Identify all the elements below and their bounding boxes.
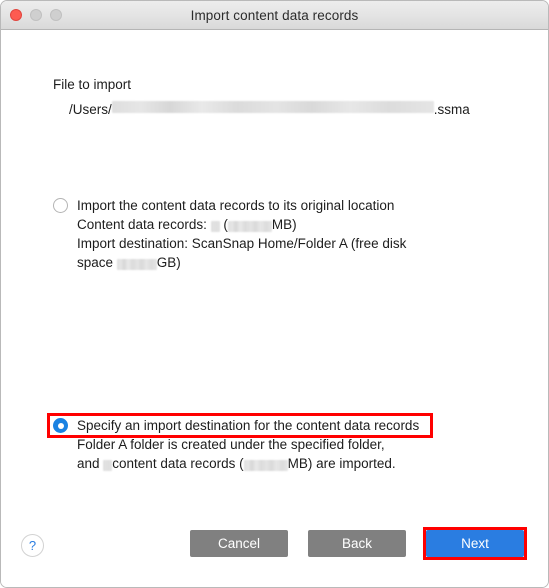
file-path-row: /Users/ .ssma [69, 101, 470, 117]
file-to-import-label: File to import [53, 77, 132, 92]
folder-created-line: Folder A folder is created under the spe… [77, 437, 385, 452]
content-data-records-size-unit: MB) [271, 217, 297, 232]
free-disk-space-label: space [77, 255, 117, 270]
free-disk-space-redacted [116, 258, 157, 270]
option-specify-destination-detail: Folder A folder is created under the spe… [77, 435, 412, 473]
import-destination-text: Import destination: ScanSnap Home/Folder… [77, 236, 407, 251]
records-imported-prefix: and [77, 456, 104, 471]
free-disk-space-unit: GB) [156, 255, 181, 270]
help-button[interactable]: ? [21, 534, 44, 557]
option-specify-destination-head[interactable]: Specify an import destination for the co… [53, 417, 419, 434]
file-path-redacted [111, 101, 434, 113]
records-imported-mid: content data records ( [112, 456, 244, 471]
option-specify-destination-label: Specify an import destination for the co… [77, 418, 420, 433]
title-bar: Import content data records [1, 1, 548, 30]
content-data-records-size-line: Content data records: ( MB) [77, 215, 406, 234]
dialog-footer: ? Cancel Back Next [1, 527, 548, 587]
cancel-button[interactable]: Cancel [190, 530, 288, 557]
window-title: Import content data records [190, 7, 359, 23]
file-path-suffix: .ssma [433, 102, 470, 117]
records-imported-size-redacted [243, 459, 288, 471]
back-button[interactable]: Back [308, 530, 406, 557]
option-original-location-detail: Content data records: ( MB) Import destin… [77, 215, 406, 272]
import-destination-line: Import destination: ScanSnap Home/Folder… [77, 234, 406, 253]
dialog-content: File to import /Users/ .ssma Import the … [1, 30, 548, 587]
option-original-location-label: Import the content data records to its o… [77, 198, 395, 213]
content-data-records-size-redacted [227, 220, 272, 232]
minimize-window-button[interactable] [30, 9, 42, 21]
window-controls [10, 1, 62, 29]
next-button[interactable]: Next [426, 530, 524, 557]
content-data-records-paren-open: ( [219, 217, 228, 232]
zoom-window-button[interactable] [50, 9, 62, 21]
option-original-location[interactable]: Import the content data records to its o… [53, 197, 406, 272]
content-data-records-count-redacted [210, 220, 220, 232]
radio-specify-destination[interactable] [53, 418, 68, 433]
option-original-location-head[interactable]: Import the content data records to its o… [53, 197, 406, 214]
import-dialog-window: Import content data records File to impo… [0, 0, 549, 588]
free-disk-space-line: space GB) [77, 253, 406, 272]
close-window-button[interactable] [10, 9, 22, 21]
records-imported-line: and content data records ( MB) are import… [77, 454, 412, 473]
radio-original-location[interactable] [53, 198, 68, 213]
option-specify-destination[interactable]: Specify an import destination for the co… [53, 417, 419, 473]
content-data-records-label: Content data records: [77, 217, 211, 232]
records-imported-suffix: MB) are imported. [287, 456, 396, 471]
file-path-prefix: /Users/ [69, 102, 112, 117]
records-imported-count-redacted [103, 459, 113, 471]
